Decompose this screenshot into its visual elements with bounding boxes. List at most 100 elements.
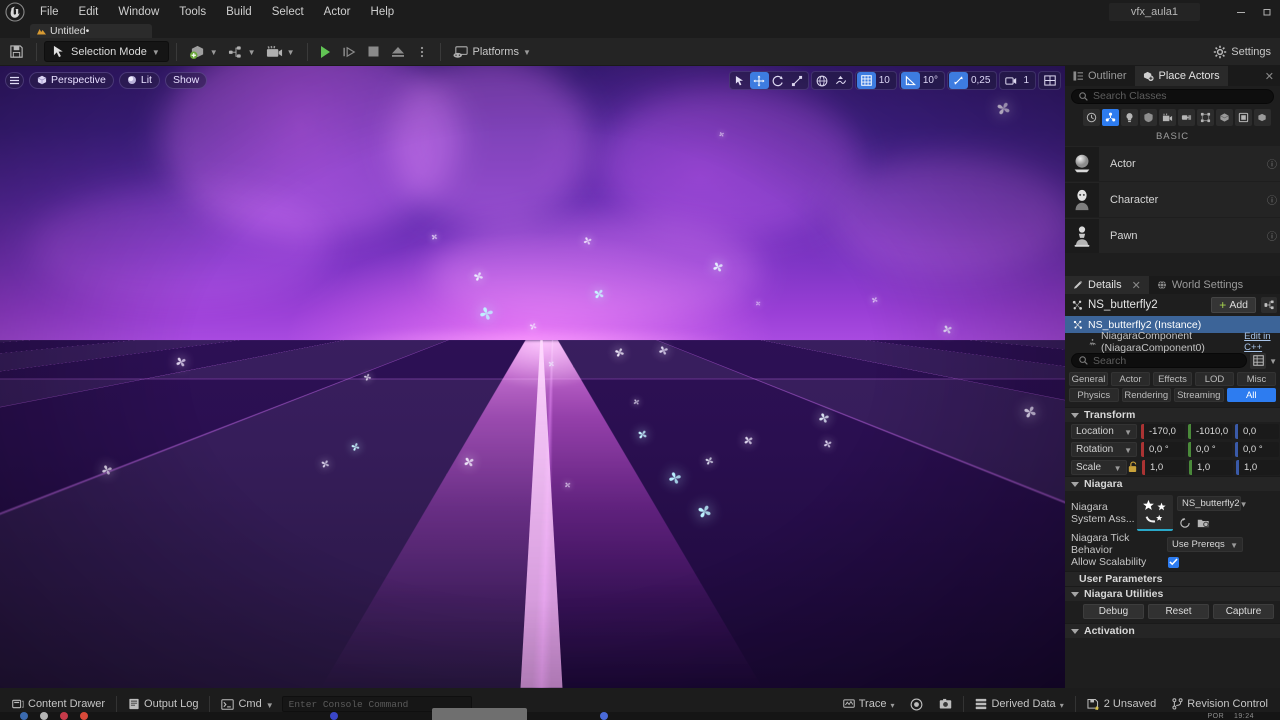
- revision-control-button[interactable]: Revision Control: [1164, 695, 1276, 713]
- grid-snap-toggle[interactable]: [856, 72, 876, 89]
- details-view-options-button[interactable]: [1250, 352, 1267, 369]
- taskbar-item-2[interactable]: [40, 712, 48, 720]
- reset-button[interactable]: Reset: [1148, 604, 1209, 619]
- list-item[interactable]: Pawn ⓘ: [1065, 218, 1280, 253]
- derived-data-button[interactable]: Derived Data ▾: [967, 695, 1071, 713]
- section-niagara-utilities[interactable]: Niagara Utilities: [1065, 586, 1280, 601]
- taskbar-item-4[interactable]: [80, 712, 88, 720]
- section-user-parameters[interactable]: User Parameters: [1065, 571, 1280, 586]
- blueprints-button[interactable]: ▼: [223, 41, 261, 63]
- taskbar-item-5[interactable]: [330, 712, 338, 720]
- level-tab[interactable]: Untitled•: [30, 24, 152, 38]
- category-recent-button[interactable]: [1083, 108, 1100, 126]
- filter-chip-effects[interactable]: Effects: [1153, 372, 1192, 386]
- taskbar-window-preview[interactable]: [432, 708, 527, 720]
- selection-mode-dropdown[interactable]: Selection Mode ▼: [44, 41, 169, 62]
- stop-button[interactable]: [363, 41, 385, 63]
- location-dropdown[interactable]: Location ▼: [1071, 423, 1137, 439]
- menu-window[interactable]: Window: [108, 0, 169, 24]
- viewport-layout-button[interactable]: [1040, 72, 1059, 89]
- platforms-button[interactable]: Platforms ▼: [448, 41, 536, 63]
- cinematics-button[interactable]: ▼: [261, 41, 300, 63]
- section-niagara[interactable]: Niagara: [1065, 476, 1280, 491]
- info-icon[interactable]: ⓘ: [1267, 192, 1280, 207]
- niagara-tick-dropdown[interactable]: Use Prereqs ▼: [1167, 536, 1243, 552]
- viewport-viewmode-dropdown[interactable]: Lit: [118, 71, 160, 89]
- close-details-tab-button[interactable]: ✕: [1132, 279, 1141, 292]
- add-actor-button[interactable]: ▼: [184, 41, 223, 63]
- play-button[interactable]: [315, 41, 337, 63]
- rotation-x-input[interactable]: 0,0 °: [1141, 441, 1185, 457]
- content-drawer-button[interactable]: Content Drawer: [4, 695, 113, 713]
- filter-chip-all[interactable]: All: [1226, 388, 1276, 402]
- rotation-z-input[interactable]: 0,0 °: [1235, 441, 1279, 457]
- camera-speed-value[interactable]: 1: [1020, 75, 1034, 86]
- filter-chip-actor[interactable]: Actor: [1111, 372, 1150, 386]
- scale-x-input[interactable]: 1,0: [1142, 459, 1186, 475]
- grid-snap-value[interactable]: 10: [876, 75, 895, 86]
- scale-dropdown[interactable]: Scale ▼: [1071, 459, 1127, 475]
- rotation-y-input[interactable]: 0,0 °: [1188, 441, 1232, 457]
- menu-build[interactable]: Build: [216, 0, 262, 24]
- details-search-input[interactable]: [1093, 354, 1240, 367]
- scale-snap-toggle[interactable]: [948, 72, 968, 89]
- details-filter-chevron-icon[interactable]: ▼: [1269, 357, 1277, 366]
- save-button[interactable]: [4, 41, 29, 63]
- filter-chip-lod[interactable]: LOD: [1195, 372, 1234, 386]
- tab-outliner[interactable]: Outliner: [1065, 66, 1135, 86]
- eject-button[interactable]: [387, 41, 409, 63]
- select-tool-button[interactable]: [731, 72, 750, 89]
- surface-snap-button[interactable]: [832, 72, 851, 89]
- taskbar-item-3[interactable]: [60, 712, 68, 720]
- use-selected-asset-button[interactable]: [1177, 515, 1192, 530]
- menu-tools[interactable]: Tools: [169, 0, 216, 24]
- scale-tool-button[interactable]: [788, 72, 807, 89]
- taskbar-item-1[interactable]: [20, 712, 28, 720]
- category-all-classes-button[interactable]: [1235, 108, 1252, 126]
- allow-scalability-checkbox[interactable]: [1168, 556, 1179, 568]
- rotate-tool-button[interactable]: [769, 72, 788, 89]
- add-component-button[interactable]: + Add: [1211, 297, 1256, 313]
- category-volumes-button[interactable]: [1216, 108, 1233, 126]
- menu-actor[interactable]: Actor: [314, 0, 361, 24]
- output-log-button[interactable]: Output Log: [120, 695, 206, 713]
- scale-lock-toggle[interactable]: [1127, 460, 1138, 474]
- filter-chip-general[interactable]: General: [1069, 372, 1108, 386]
- debug-button[interactable]: Debug: [1083, 604, 1144, 619]
- category-geometry-button[interactable]: [1197, 108, 1214, 126]
- unsaved-changes-button[interactable]: 2 Unsaved: [1079, 695, 1165, 713]
- scale-snap-value[interactable]: 0,25: [968, 75, 995, 86]
- location-z-input[interactable]: 0,0: [1235, 423, 1279, 439]
- list-item[interactable]: Actor ⓘ: [1065, 146, 1280, 181]
- niagara-asset-picker[interactable]: NS_butterfly2 ▼: [1177, 496, 1247, 511]
- viewport-perspective-dropdown[interactable]: Perspective: [29, 71, 114, 89]
- camera-speed-button[interactable]: [1001, 72, 1020, 89]
- trace-button[interactable]: Trace ▾: [835, 695, 903, 713]
- filter-chip-streaming[interactable]: Streaming: [1174, 388, 1224, 402]
- category-visual-effects-button[interactable]: [1178, 108, 1195, 126]
- menu-select[interactable]: Select: [262, 0, 314, 24]
- filter-chip-misc[interactable]: Misc: [1237, 372, 1276, 386]
- step-button[interactable]: [339, 41, 361, 63]
- menu-file[interactable]: File: [30, 0, 69, 24]
- details-search-box[interactable]: [1071, 353, 1248, 368]
- filter-chip-rendering[interactable]: Rendering: [1121, 388, 1171, 402]
- minimize-button[interactable]: [1228, 0, 1254, 24]
- viewport-menu-button[interactable]: [5, 71, 24, 89]
- component-tree-child[interactable]: NiagaraComponent (NiagaraComponent0) Edi…: [1065, 330, 1280, 354]
- trace-record-button[interactable]: [902, 695, 931, 713]
- play-more-options-button[interactable]: [411, 41, 433, 63]
- category-basic-button[interactable]: [1102, 108, 1119, 126]
- rotation-dropdown[interactable]: Rotation ▼: [1071, 441, 1137, 457]
- level-viewport[interactable]: Perspective Lit Show 10 10° 0,25 1: [0, 66, 1065, 688]
- search-classes-box[interactable]: [1071, 88, 1274, 104]
- taskbar-item-6[interactable]: [600, 712, 608, 720]
- restore-button[interactable]: [1254, 0, 1280, 24]
- section-transform[interactable]: Transform: [1065, 407, 1280, 422]
- edit-in-cpp-link[interactable]: Edit in C++: [1244, 331, 1280, 353]
- translate-tool-button[interactable]: [749, 72, 769, 89]
- angle-snap-toggle[interactable]: [900, 72, 920, 89]
- tab-details[interactable]: Details ✕: [1065, 276, 1149, 294]
- angle-snap-value[interactable]: 10°: [920, 75, 943, 86]
- close-panel-button[interactable]: ✕: [1259, 66, 1280, 86]
